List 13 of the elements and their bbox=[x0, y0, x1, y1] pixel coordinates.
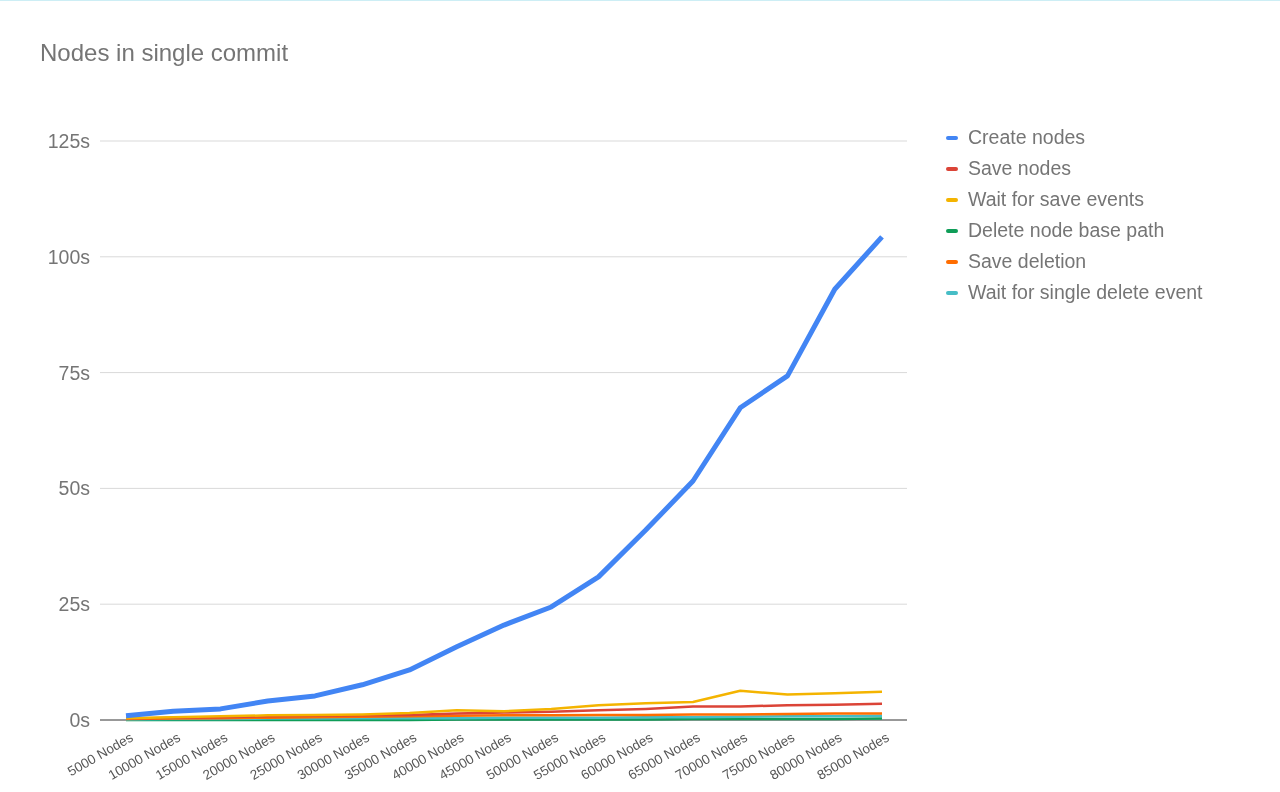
legend-label: Create nodes bbox=[968, 126, 1086, 149]
legend-label: Wait for single delete event bbox=[968, 281, 1203, 304]
legend-label: Save deletion bbox=[968, 250, 1087, 273]
legend-label: Delete node base path bbox=[968, 219, 1165, 242]
y-tick-label: 125s bbox=[47, 130, 90, 152]
chart-title: Nodes in single commit bbox=[39, 38, 290, 68]
y-tick-label: 75s bbox=[58, 361, 90, 384]
legend-label: Save nodes bbox=[968, 157, 1071, 180]
y-tick-label: 50s bbox=[58, 477, 90, 500]
legend-label: Wait for save events bbox=[968, 188, 1144, 211]
y-tick-label: 25s bbox=[58, 593, 90, 616]
y-tick-label: 0s bbox=[69, 709, 90, 731]
y-tick-label: 100s bbox=[47, 245, 90, 268]
